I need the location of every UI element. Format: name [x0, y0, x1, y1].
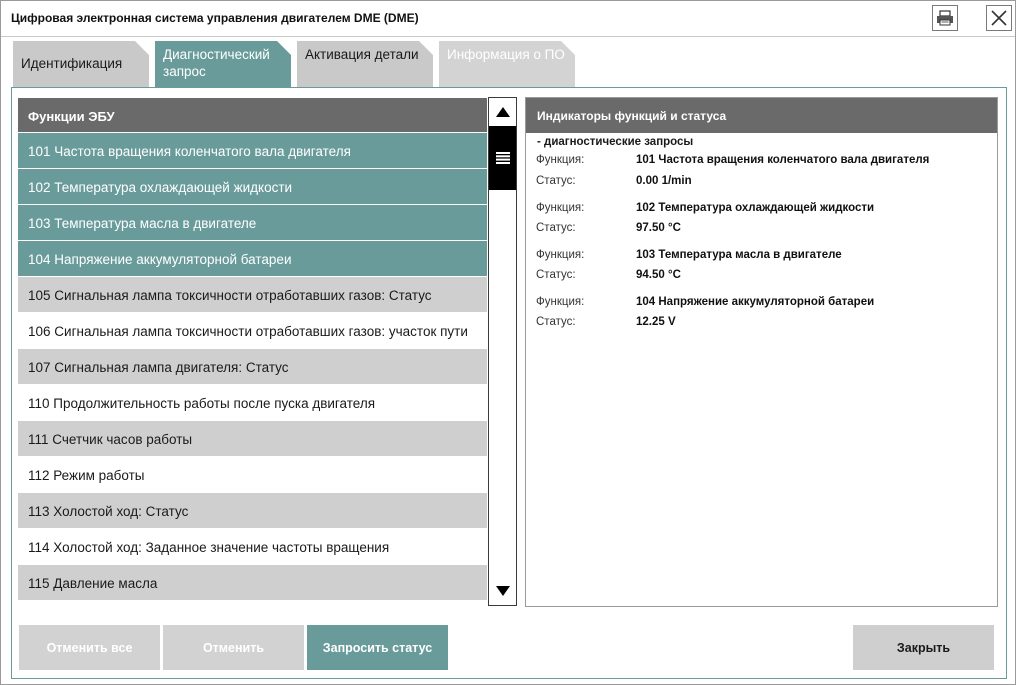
- function-label: Функция:: [536, 154, 585, 166]
- scroll-thumb[interactable]: [489, 126, 516, 190]
- status-label: Статус:: [536, 316, 576, 328]
- list-item[interactable]: 101 Частота вращения коленчатого вала дв…: [18, 133, 487, 169]
- function-label: Функция:: [536, 249, 585, 261]
- function-value: 103 Температура масла в двигателе: [636, 249, 842, 261]
- grip-icon: [495, 152, 510, 164]
- function-label: Функция:: [536, 202, 585, 214]
- list-item[interactable]: 115 Давление масла: [18, 565, 487, 600]
- status-panel: Индикаторы функций и статуса - диагности…: [525, 97, 998, 607]
- list-item[interactable]: 113 Холостой ход: Статус: [18, 493, 487, 529]
- status-value: 97.50 °C: [636, 222, 681, 234]
- close-icon: [991, 10, 1007, 26]
- status-label: Статус:: [536, 269, 576, 281]
- tab-diagnostic-request[interactable]: Диагностический запрос: [155, 41, 291, 88]
- cancel-all-button: Отменить все: [19, 625, 160, 670]
- panel-header: Индикаторы функций и статуса: [526, 98, 997, 133]
- function-value: 104 Напряжение аккумуляторной батареи: [636, 296, 875, 308]
- tab-software-info: Информация о ПО: [439, 41, 575, 87]
- list-item[interactable]: 107 Сигнальная лампа двигателя: Статус: [18, 349, 487, 385]
- request-status-button[interactable]: Запросить статус: [307, 625, 448, 670]
- cancel-button: Отменить: [163, 625, 304, 670]
- tab-identification[interactable]: Идентификация: [13, 41, 149, 87]
- status-value: 12.25 V: [636, 316, 676, 328]
- function-label: Функция:: [536, 296, 585, 308]
- list-item[interactable]: 105 Сигнальная лампа токсичности отработ…: [18, 277, 487, 313]
- print-icon: [937, 10, 953, 26]
- close-button[interactable]: Закрыть: [853, 625, 994, 670]
- list-item[interactable]: 103 Температура масла в двигателе: [18, 205, 487, 241]
- list-item[interactable]: 102 Температура охлаждающей жидкости: [18, 169, 487, 205]
- scroll-up-button[interactable]: [489, 98, 516, 126]
- list-item[interactable]: 104 Напряжение аккумуляторной батареи: [18, 241, 487, 277]
- print-button[interactable]: [932, 5, 958, 31]
- ecu-functions-list: 101 Частота вращения коленчатого вала дв…: [18, 133, 487, 600]
- tab-component-activation[interactable]: Активация детали: [297, 41, 433, 87]
- triangle-down-icon: [495, 586, 510, 596]
- panel-subheader: - диагностические запросы: [537, 136, 694, 148]
- window-title: Цифровая электронная система управления …: [11, 11, 419, 25]
- list-item[interactable]: 112 Режим работы: [18, 457, 487, 493]
- list-scrollbar[interactable]: [488, 97, 517, 606]
- list-item[interactable]: 111 Счетчик часов работы: [18, 421, 487, 457]
- list-item[interactable]: 114 Холостой ход: Заданное значение част…: [18, 529, 487, 565]
- status-value: 94.50 °C: [636, 269, 681, 281]
- status-label: Статус:: [536, 175, 576, 187]
- status-label: Статус:: [536, 222, 576, 234]
- list-header: Функции ЭБУ: [18, 98, 487, 132]
- function-value: 101 Частота вращения коленчатого вала дв…: [636, 154, 930, 166]
- triangle-up-icon: [495, 107, 510, 117]
- list-item[interactable]: 106 Сигнальная лампа токсичности отработ…: [18, 313, 487, 349]
- title-bar: Цифровая электронная система управления …: [1, 1, 1015, 37]
- list-item[interactable]: 110 Продолжительность работы после пуска…: [18, 385, 487, 421]
- scroll-down-button[interactable]: [489, 577, 516, 605]
- status-value: 0.00 1/min: [636, 175, 692, 187]
- function-value: 102 Температура охлаждающей жидкости: [636, 202, 875, 214]
- close-window-button[interactable]: [986, 5, 1012, 31]
